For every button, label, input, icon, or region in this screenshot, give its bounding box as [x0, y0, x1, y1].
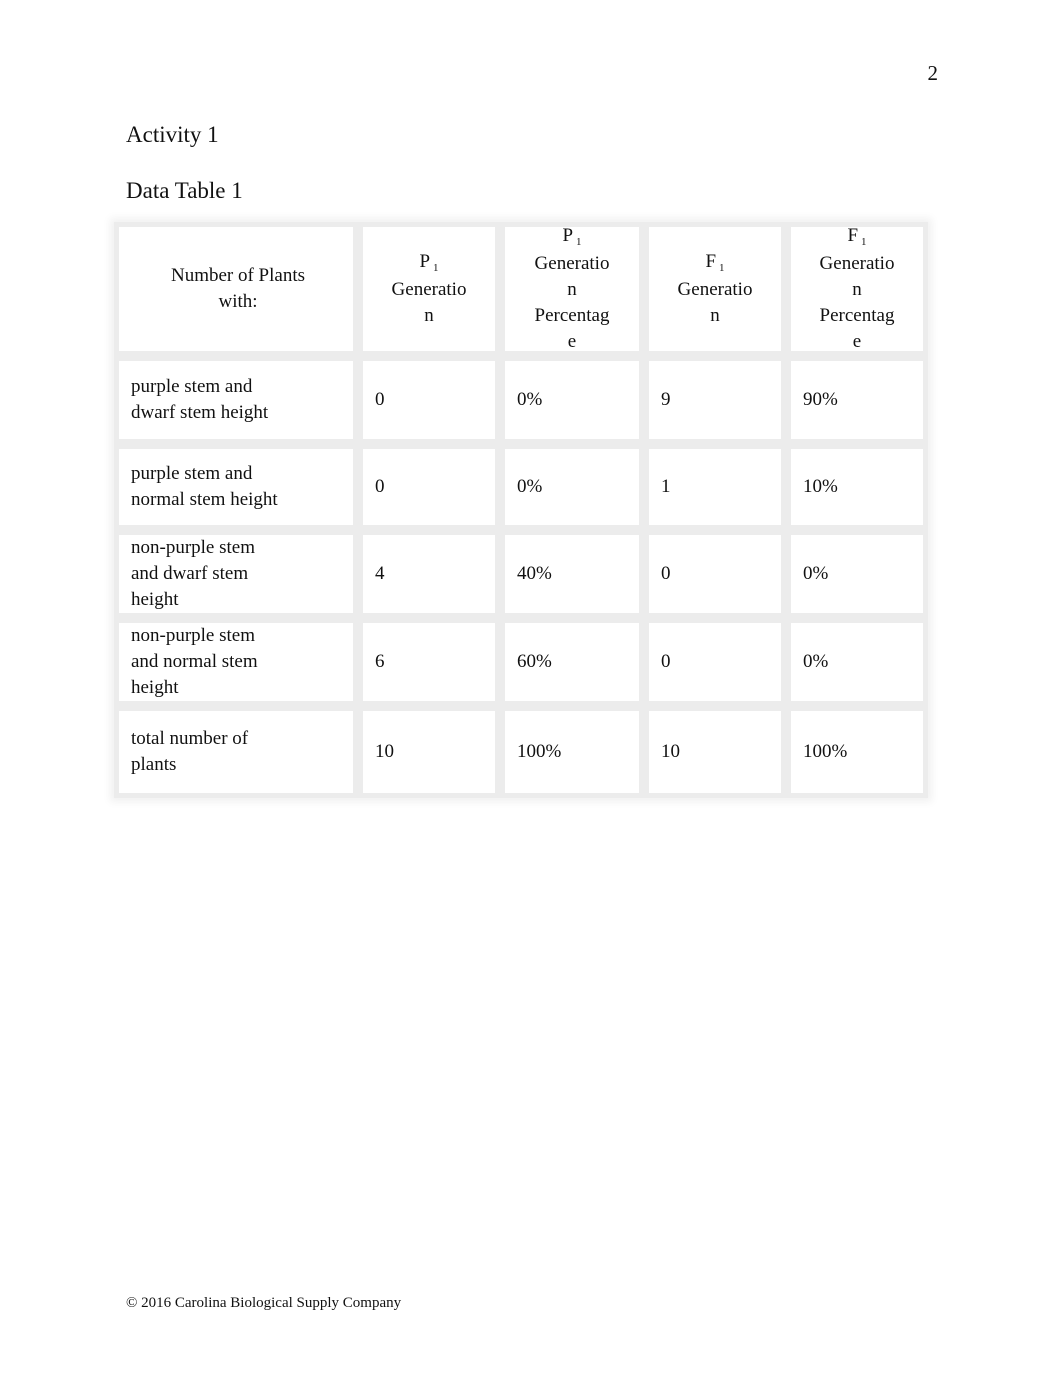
activity-heading: Activity 1: [126, 122, 219, 147]
header-text: Percentag: [819, 305, 895, 326]
table-row-total: total number of plants 10 100% 10 100%: [114, 706, 928, 798]
row-label: total number of plants: [114, 706, 358, 798]
p1-count-cell: 0: [358, 444, 500, 530]
header-text: e: [852, 331, 862, 352]
data-table: Number of Plants with: P1 Generatio n P1…: [114, 222, 928, 798]
p1-count-cell: 6: [358, 618, 500, 706]
header-text: n: [710, 305, 720, 326]
f1-percent-cell: 90%: [786, 356, 928, 444]
header-text: Generatio: [819, 253, 895, 274]
f1-percent-cell: 0%: [786, 530, 928, 618]
p1-percent-cell: 0%: [500, 444, 644, 530]
p1-count-cell: 10: [358, 706, 500, 798]
copyright-footer: © 2016 Carolina Biological Supply Compan…: [126, 1295, 402, 1311]
f1-count-cell: 0: [644, 618, 786, 706]
header-cell-p1-percentage: P1 Generatio n Percentag e: [500, 222, 644, 356]
row-label: non-purple stem and dwarf stem height: [114, 530, 358, 618]
header-symbol: F1: [847, 225, 867, 248]
header-text: Generatio: [534, 253, 610, 274]
p1-count-cell: 0: [358, 356, 500, 444]
header-cell-f1-generation: F1 Generatio n: [644, 222, 786, 356]
page-number: 2: [927, 61, 939, 85]
table-row: non-purple stem and dwarf stem height 4 40…: [114, 530, 928, 618]
p1-percent-cell: 40%: [500, 530, 644, 618]
p1-percent-cell: 60%: [500, 618, 644, 706]
table-row: purple stem and dwarf stem height 0 0% 9 …: [114, 356, 928, 444]
f1-percent-cell: 10%: [786, 444, 928, 530]
header-text: n: [852, 279, 862, 300]
row-label: purple stem and normal stem height: [114, 444, 358, 530]
header-text: with:: [218, 291, 258, 312]
header-text: e: [567, 331, 577, 352]
f1-percent-cell: 100%: [786, 706, 928, 798]
row-label: purple stem and dwarf stem height: [114, 356, 358, 444]
p1-percent-cell: 100%: [500, 706, 644, 798]
table-row: purple stem and normal stem height 0 0% 1…: [114, 444, 928, 530]
header-cell-p1-generation: P1 Generatio n: [358, 222, 500, 356]
header-cell-f1-percentage: F1 Generatio n Percentag e: [786, 222, 928, 356]
header-cell-plants: Number of Plants with:: [114, 222, 358, 356]
header-text: Generatio: [391, 279, 467, 300]
data-table-container: Number of Plants with: P1 Generatio n P1…: [114, 222, 928, 798]
header-symbol: F1: [705, 251, 725, 274]
f1-count-cell: 10: [644, 706, 786, 798]
p1-count-cell: 4: [358, 530, 500, 618]
row-label: non-purple stem and normal stem height: [114, 618, 358, 706]
header-symbol: P1: [419, 251, 439, 274]
header-text: Number of Plants: [170, 265, 306, 286]
f1-count-cell: 9: [644, 356, 786, 444]
f1-count-cell: 1: [644, 444, 786, 530]
table-header-row: Number of Plants with: P1 Generatio n P1…: [114, 222, 928, 356]
table-heading: Data Table 1: [126, 178, 243, 203]
p1-percent-cell: 0%: [500, 356, 644, 444]
header-text: Percentag: [534, 305, 610, 326]
header-text: n: [567, 279, 577, 300]
header-text: n: [424, 305, 434, 326]
f1-percent-cell: 0%: [786, 618, 928, 706]
table-row: non-purple stem and normal stem height 6 6…: [114, 618, 928, 706]
f1-count-cell: 0: [644, 530, 786, 618]
header-text: Generatio: [677, 279, 753, 300]
header-symbol: P1: [562, 225, 582, 248]
